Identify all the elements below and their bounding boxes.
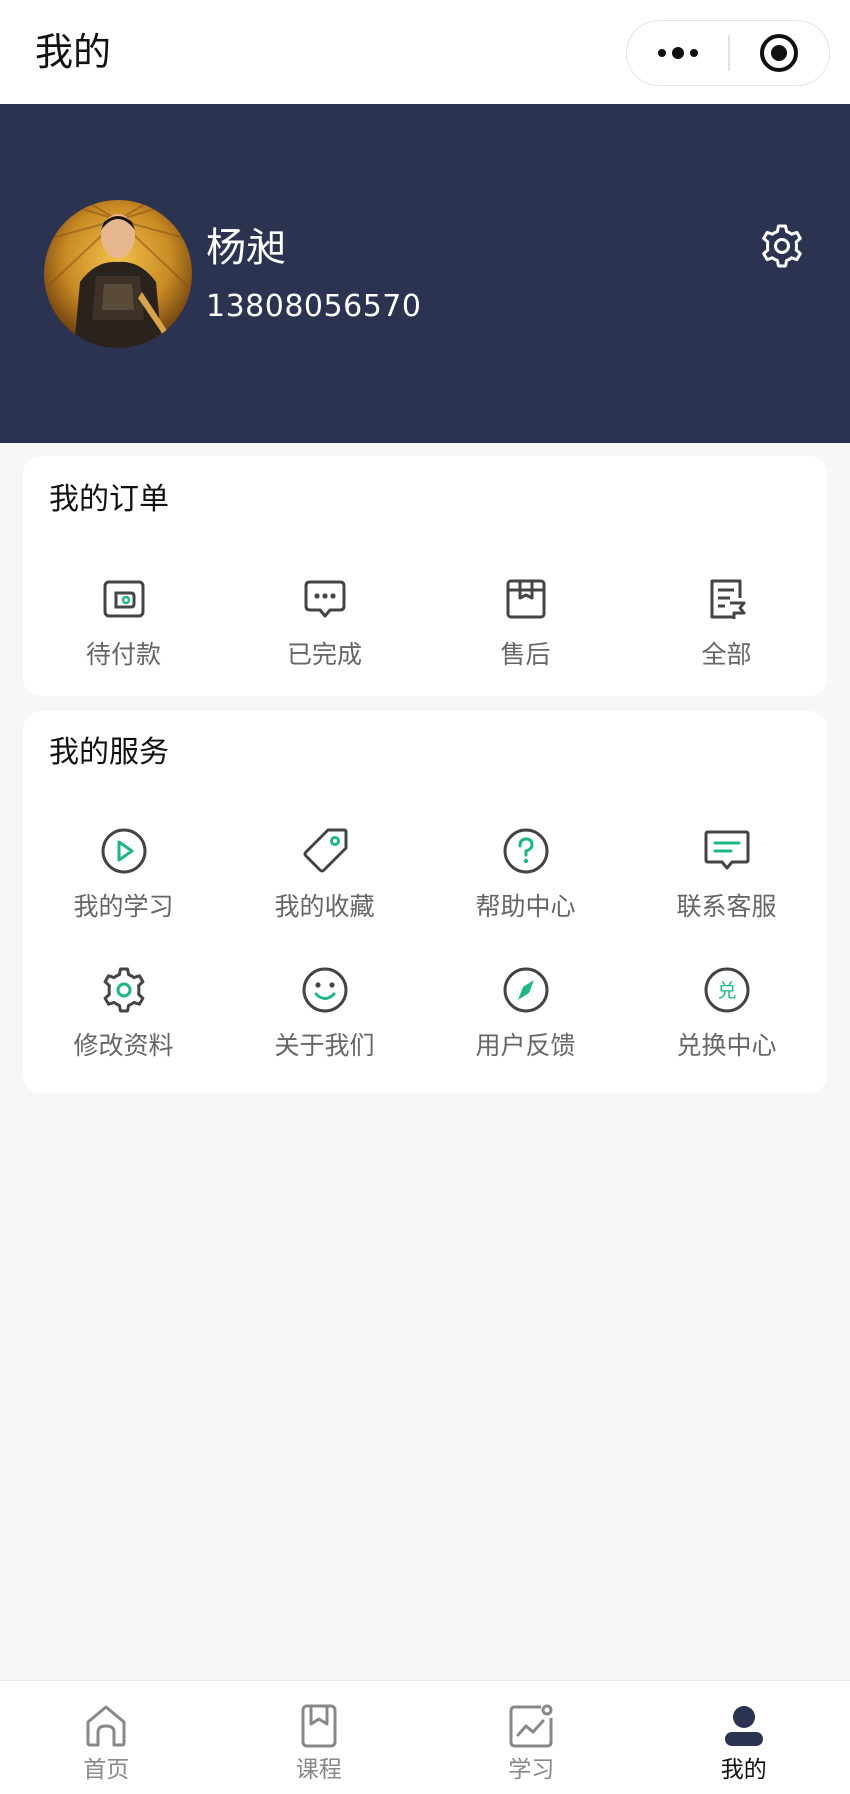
service-help-center[interactable]: 帮助中心 [425, 824, 626, 924]
tab-courses[interactable]: 课程 [213, 1681, 426, 1794]
compass-icon [499, 963, 553, 1017]
mini-program-capsule [626, 20, 830, 86]
play-circle-icon [97, 824, 151, 878]
service-label: 我的学习 [73, 892, 174, 921]
service-label: 联系客服 [676, 892, 777, 921]
message-icon [700, 824, 754, 878]
tab-mine[interactable]: 我的 [638, 1681, 850, 1794]
smiley-icon [298, 963, 352, 1017]
order-label: 售后 [500, 640, 551, 669]
box-icon [499, 572, 553, 626]
tab-study[interactable]: 学习 [425, 1681, 638, 1794]
service-label: 关于我们 [274, 1031, 375, 1060]
user-name: 杨昶 [206, 225, 286, 271]
chart-icon [504, 1699, 558, 1753]
avatar[interactable] [44, 200, 192, 348]
tag-icon [298, 824, 352, 878]
page-title: 我的 [35, 30, 112, 74]
services-grid-row-1: 我的学习 我的收藏 帮助中心 联系客服 [23, 824, 827, 924]
service-label: 兑换中心 [676, 1031, 777, 1060]
gear-icon [97, 963, 151, 1017]
orders-card: 我的订单 待付款 已完成 售后 全部 [23, 456, 827, 696]
order-completed[interactable]: 已完成 [224, 572, 425, 672]
order-after-sales[interactable]: 售后 [425, 572, 626, 672]
target-circle-icon[interactable] [730, 21, 830, 85]
order-label: 待付款 [85, 640, 161, 669]
services-card: 我的服务 我的学习 我的收藏 帮助中心 联系客服 修改资料 关于我们 用户反馈 … [23, 711, 827, 1093]
tab-label: 首页 [83, 1757, 130, 1783]
service-my-favorites[interactable]: 我的收藏 [224, 824, 425, 924]
orders-grid: 待付款 已完成 售后 全部 [23, 572, 827, 672]
service-exchange-center[interactable]: 兑 兑换中心 [626, 963, 827, 1063]
navigation-bar: 我的 [0, 0, 850, 104]
services-title: 我的服务 [49, 735, 169, 770]
order-pending-payment[interactable]: 待付款 [23, 572, 224, 672]
order-label: 已完成 [286, 640, 362, 669]
bookmark-icon [292, 1699, 346, 1753]
service-label: 帮助中心 [475, 892, 576, 921]
service-about-us[interactable]: 关于我们 [224, 963, 425, 1063]
exchange-icon: 兑 [700, 963, 754, 1017]
order-all[interactable]: 全部 [626, 572, 827, 672]
service-label: 我的收藏 [274, 892, 375, 921]
orders-title: 我的订单 [49, 482, 169, 517]
chat-bubble-dots-icon [298, 572, 352, 626]
user-phone: 13808056570 [206, 289, 422, 324]
exchange-glyph: 兑 [717, 980, 736, 1002]
question-circle-icon [499, 824, 553, 878]
tab-label: 课程 [295, 1757, 342, 1783]
service-contact-support[interactable]: 联系客服 [626, 824, 827, 924]
more-dots-icon[interactable] [627, 21, 728, 85]
gear-icon[interactable] [758, 222, 806, 270]
tab-home[interactable]: 首页 [0, 1681, 213, 1794]
service-edit-profile[interactable]: 修改资料 [23, 963, 224, 1063]
document-list-icon [700, 572, 754, 626]
tab-bar: 首页 课程 学习 我的 [0, 1680, 850, 1794]
order-label: 全部 [701, 640, 752, 669]
service-label: 用户反馈 [475, 1031, 576, 1060]
service-feedback[interactable]: 用户反馈 [425, 963, 626, 1063]
tab-label: 学习 [508, 1757, 555, 1783]
wallet-icon [97, 572, 151, 626]
service-label: 修改资料 [73, 1031, 174, 1060]
home-icon [79, 1699, 133, 1753]
person-icon [717, 1699, 771, 1753]
tab-label: 我的 [720, 1757, 767, 1783]
service-my-learning[interactable]: 我的学习 [23, 824, 224, 924]
profile-banner: 杨昶 13808056570 [0, 104, 850, 443]
services-grid-row-2: 修改资料 关于我们 用户反馈 兑 兑换中心 [23, 963, 827, 1063]
